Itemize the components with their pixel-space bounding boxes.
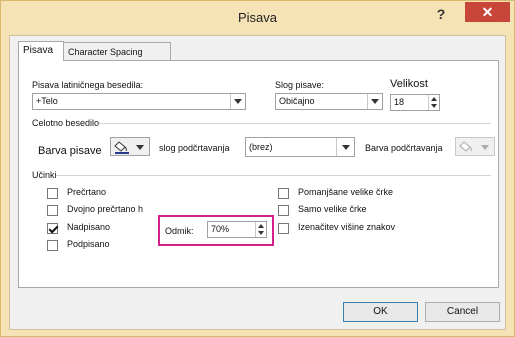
cancel-button[interactable]: Cancel [425, 302, 500, 322]
small-caps-checkbox[interactable] [278, 188, 289, 199]
font-size-value: 18 [394, 97, 405, 107]
subscript-checkbox[interactable] [47, 240, 58, 251]
offset-label: Odmik: [165, 226, 194, 236]
all-caps-label: Samo velike črke [298, 204, 367, 214]
underline-style-value: (brez) [249, 142, 273, 152]
equalize-height-checkbox[interactable] [278, 223, 289, 234]
tab-character-spacing[interactable]: Character Spacing [63, 42, 171, 60]
strikethrough-label: Prečrtano [67, 187, 107, 197]
latin-font-combo[interactable]: +Telo [32, 93, 246, 110]
font-size-spinner[interactable]: 18 [390, 94, 440, 111]
latin-font-label: Pisava latiničnega besedila: [32, 80, 144, 90]
chevron-down-icon[interactable] [230, 94, 245, 109]
font-color-label: Barva pisave [38, 145, 102, 157]
spin-down-icon[interactable] [429, 102, 439, 109]
font-style-value: Običajno [279, 96, 315, 106]
font-size-label: Velikost [390, 78, 428, 90]
ok-button[interactable]: OK [343, 302, 418, 322]
equalize-height-label: Izenačitev višine znakov [298, 222, 396, 232]
title-bar: Pisava ? ✕ [1, 1, 514, 35]
spin-down-icon[interactable] [256, 229, 266, 236]
effects-group-label: Učinki [32, 170, 57, 180]
superscript-checkbox[interactable] [47, 223, 58, 234]
dialog-body: Pisava Character Spacing Pisava latiničn… [9, 35, 506, 330]
spin-up-icon[interactable] [256, 222, 266, 229]
help-button[interactable]: ? [434, 5, 448, 23]
double-strikethrough-checkbox[interactable] [47, 205, 58, 216]
offset-spinner[interactable]: 70% [207, 221, 267, 238]
underline-color-button[interactable] [455, 137, 495, 156]
superscript-label: Nadpisano [67, 222, 111, 232]
spin-up-icon[interactable] [429, 95, 439, 102]
group-divider [56, 175, 491, 176]
group-divider [99, 123, 491, 124]
underline-style-combo[interactable]: (brez) [245, 137, 355, 157]
chevron-down-icon[interactable] [367, 94, 382, 109]
font-color-button[interactable] [110, 137, 150, 156]
latin-font-value: +Telo [36, 96, 58, 106]
font-tab-panel: Pisava latiničnega besedila: +Telo Slog … [18, 60, 499, 288]
double-strikethrough-label: Dvojno prečrtano h [67, 204, 144, 214]
all-text-group-label: Celotno besedilo [32, 118, 100, 128]
tab-font[interactable]: Pisava [18, 41, 64, 61]
strikethrough-checkbox[interactable] [47, 188, 58, 199]
offset-value: 70% [211, 224, 230, 234]
close-button[interactable]: ✕ [465, 2, 510, 22]
font-dialog: Pisava ? ✕ Pisava Character Spacing Pisa… [0, 0, 515, 337]
chevron-down-icon[interactable] [336, 138, 354, 156]
font-style-label: Slog pisave: [275, 80, 325, 90]
all-caps-checkbox[interactable] [278, 205, 289, 216]
small-caps-label: Pomanjšane velike črke [298, 187, 394, 197]
underline-style-label: slog podčrtavanja [159, 143, 230, 153]
paint-bucket-icon [114, 141, 144, 154]
underline-color-label: Barva podčrtavanja [365, 143, 443, 153]
subscript-label: Podpisano [67, 239, 110, 249]
font-style-combo[interactable]: Običajno [275, 93, 383, 110]
paint-bucket-icon [459, 141, 489, 152]
